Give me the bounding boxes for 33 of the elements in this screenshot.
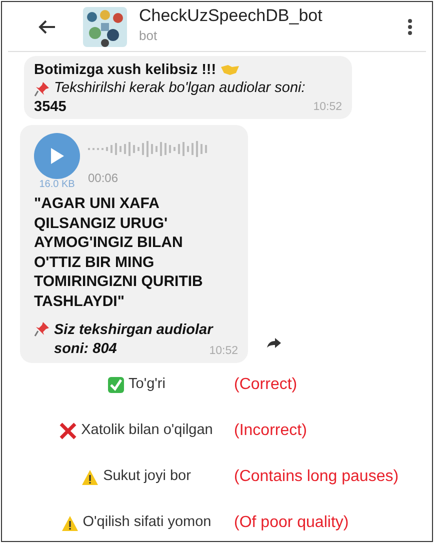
keyboard-button[interactable]: O'qilish sifati yomon: [60, 511, 212, 536]
play-icon: [49, 147, 65, 165]
message-count: 3545: [34, 98, 66, 116]
message-note: Tekshirilshi kerak bo'lgan audiolar soni:: [54, 79, 306, 98]
waveform-icon: [88, 140, 210, 157]
share-button[interactable]: [266, 337, 282, 350]
translation-text: (Correct): [233, 375, 298, 396]
quote-text: "AGAR UNI XAFA QILSANGIZ URUG' AYMOG'INGIZ BILAN O'TTIZ BIR MING TOMIRINGIZNI QURITIB TASHLAYDI": [34, 194, 204, 311]
pin-icon: [34, 321, 50, 337]
pin-icon: [34, 80, 50, 96]
warning-icon: [81, 468, 100, 486]
back-icon: [38, 18, 56, 34]
chat-subtitle: bot: [139, 27, 158, 46]
keyboard-button[interactable]: To'g'ri: [106, 373, 166, 398]
share-icon: [266, 337, 282, 350]
message-time: 10:52: [209, 344, 238, 359]
message-time: 10:52: [313, 100, 342, 115]
voice-duration: 00:06: [88, 170, 120, 187]
menu-icon: [408, 18, 412, 34]
close-icon: [59, 422, 78, 440]
chat-title: CheckUzSpeechDB_bot: [139, 7, 324, 26]
translation-text: (Of poor quality): [233, 513, 350, 534]
check-icon: [106, 376, 125, 394]
translation-text: (Contains long pauses): [233, 467, 400, 488]
message-title: Botimizga xush kelibsiz !!!: [34, 61, 216, 79]
play-button[interactable]: [34, 133, 80, 179]
back-button[interactable]: [38, 18, 56, 34]
keyboard-button[interactable]: Sukut joyi bor: [81, 465, 191, 490]
menu-button[interactable]: [408, 18, 412, 34]
keyboard-button[interactable]: Xatolik bilan o'qilgan: [59, 419, 213, 444]
translation-text: (Incorrect): [233, 421, 308, 442]
file-size: 16.0 KB: [39, 179, 75, 190]
warning-icon: [60, 514, 79, 532]
